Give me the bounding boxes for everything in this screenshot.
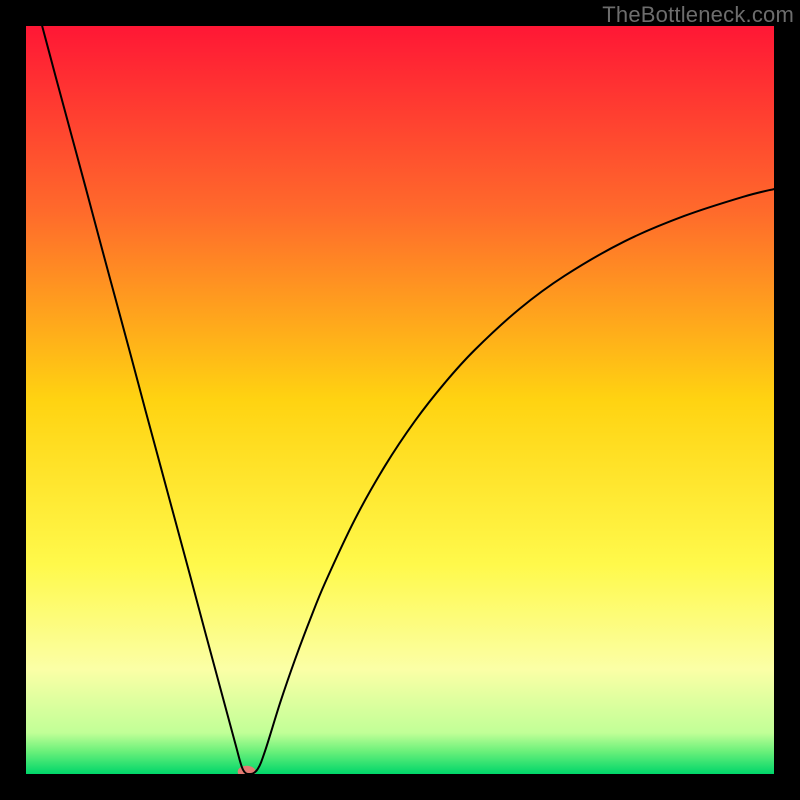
- chart-svg: [26, 26, 774, 774]
- chart-frame: [26, 26, 774, 774]
- chart-background: [26, 26, 774, 774]
- watermark-text: TheBottleneck.com: [602, 2, 794, 28]
